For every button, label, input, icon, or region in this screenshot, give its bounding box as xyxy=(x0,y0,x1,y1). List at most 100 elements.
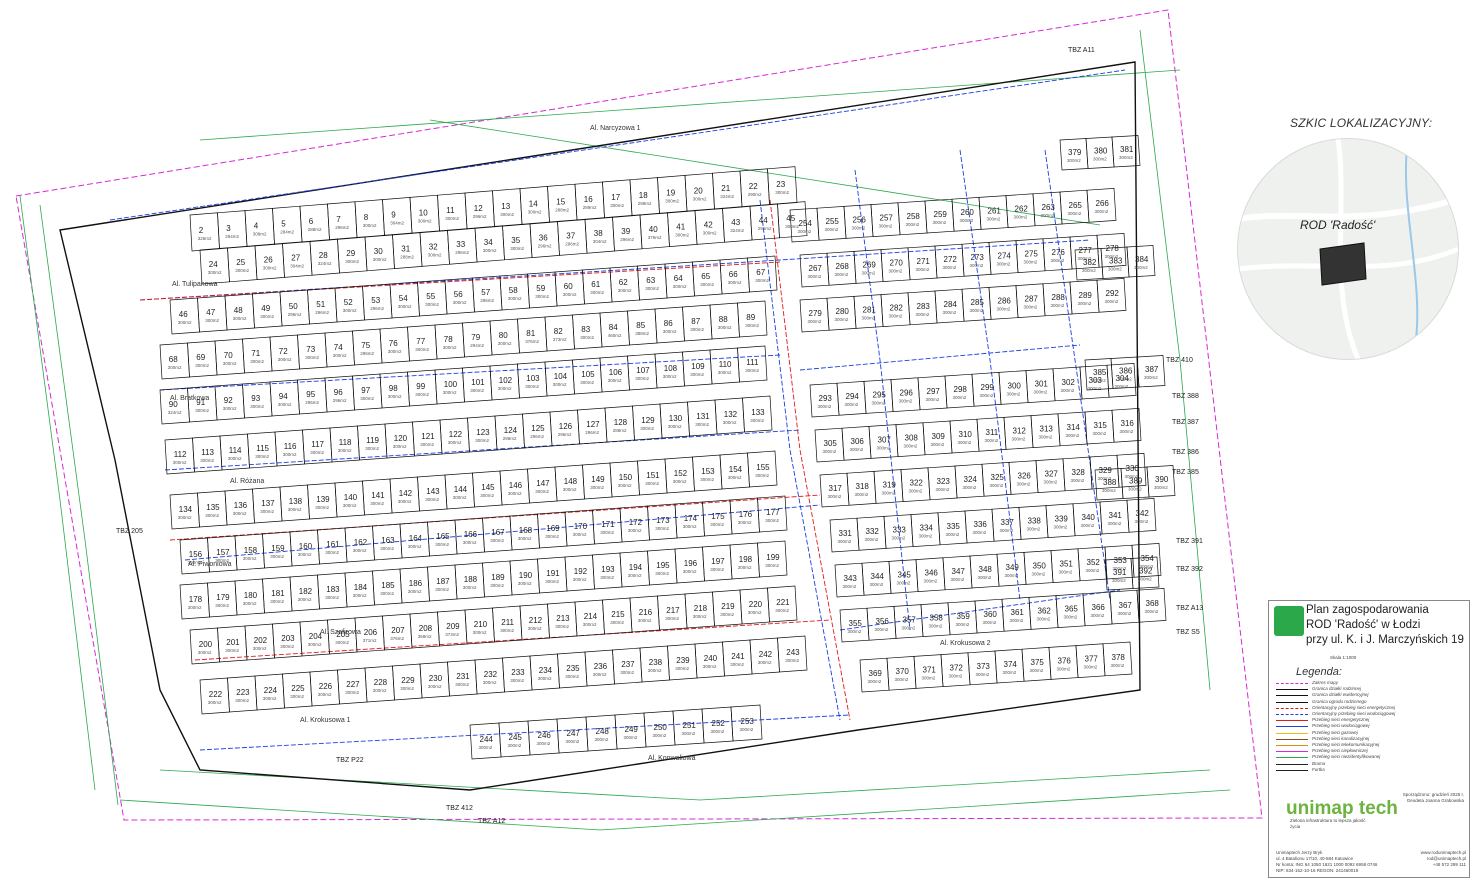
plot[interactable]: 165300m2 xyxy=(427,519,458,557)
plot[interactable]: 219300m2 xyxy=(712,589,743,627)
plot[interactable]: 150300m2 xyxy=(609,460,640,498)
plot[interactable]: 281300m2 xyxy=(853,294,884,329)
plot[interactable]: 27304m2 xyxy=(282,240,313,278)
plot[interactable]: 369300m2 xyxy=(859,657,890,693)
plot[interactable]: 122300m2 xyxy=(439,417,470,455)
plot[interactable]: 37296m2 xyxy=(557,218,588,256)
plot[interactable]: 366300m2 xyxy=(1082,591,1113,627)
plot[interactable]: 316300m2 xyxy=(1111,408,1142,443)
plot[interactable]: 231300m2 xyxy=(447,659,478,697)
plot[interactable]: 32300m2 xyxy=(419,229,450,267)
plot[interactable]: 132300m2 xyxy=(714,397,745,435)
plot[interactable]: 333300m2 xyxy=(883,514,914,549)
plot[interactable]: 145300m2 xyxy=(472,470,503,508)
plot[interactable]: 359300m2 xyxy=(947,600,978,636)
plot[interactable]: 261300m2 xyxy=(978,195,1009,230)
plot[interactable]: 78300m2 xyxy=(434,322,465,360)
plot[interactable]: 370300m2 xyxy=(886,656,917,691)
plot[interactable]: 302300m2 xyxy=(1052,366,1083,402)
plot[interactable]: 380300m2 xyxy=(1085,136,1115,169)
plot[interactable]: 258300m2 xyxy=(897,200,928,236)
plot[interactable]: 236300m2 xyxy=(584,649,615,687)
plot[interactable]: 153300m2 xyxy=(692,454,723,492)
plot[interactable]: 318300m2 xyxy=(846,471,877,506)
plot[interactable]: 355300m2 xyxy=(839,607,870,643)
plot[interactable]: 257300m2 xyxy=(870,202,901,237)
plot[interactable]: 331300m2 xyxy=(829,517,860,553)
plot[interactable]: 301300m2 xyxy=(1025,368,1056,403)
plot[interactable]: 245300m2 xyxy=(498,720,531,758)
plot[interactable]: 134300m2 xyxy=(169,492,200,530)
plot[interactable]: 101300m2 xyxy=(462,365,493,403)
plot[interactable]: 96296m2 xyxy=(324,375,355,413)
plot[interactable]: 175300m2 xyxy=(702,499,733,537)
plot[interactable]: 148300m2 xyxy=(554,464,585,502)
plot[interactable]: 368300m2 xyxy=(1136,588,1167,623)
plot[interactable]: 387300m2 xyxy=(1136,355,1166,388)
plot[interactable]: 130300m2 xyxy=(659,401,690,439)
plot[interactable]: 193300m2 xyxy=(592,552,623,590)
plot[interactable]: 158300m2 xyxy=(234,533,265,571)
plot[interactable]: 279300m2 xyxy=(799,297,830,333)
plot[interactable]: 190300m2 xyxy=(509,558,540,596)
plot[interactable]: 263300m2 xyxy=(1032,191,1063,227)
plot[interactable]: 10300m2 xyxy=(409,194,440,234)
plot[interactable]: 296300m2 xyxy=(890,377,921,412)
plot[interactable]: 88300m2 xyxy=(709,302,740,340)
plot[interactable]: 308300m2 xyxy=(895,422,926,457)
plot[interactable]: 5284m2 xyxy=(272,205,303,245)
plot[interactable]: 79294m2 xyxy=(462,320,493,358)
plot[interactable]: 376300m2 xyxy=(1048,645,1079,680)
plot[interactable]: 347300m2 xyxy=(942,555,973,591)
plot[interactable]: 108300m2 xyxy=(654,351,685,389)
plot[interactable]: 68300m2 xyxy=(159,342,190,380)
plot[interactable]: 343300m2 xyxy=(834,562,865,598)
plot[interactable]: 212300m2 xyxy=(519,603,550,641)
plot[interactable]: 226300m2 xyxy=(309,669,340,707)
plot[interactable]: 339300m2 xyxy=(1045,503,1076,538)
plot[interactable]: 361300m2 xyxy=(1001,597,1032,632)
plot[interactable]: 61300m2 xyxy=(582,267,613,305)
plot[interactable]: 34300m2 xyxy=(474,225,505,263)
plot[interactable]: 48300m2 xyxy=(224,293,255,331)
plot[interactable]: 146300m2 xyxy=(499,468,530,506)
plot[interactable]: 211300m2 xyxy=(492,605,523,643)
plot[interactable]: 350300m2 xyxy=(1023,550,1054,585)
plot[interactable]: 293300m2 xyxy=(809,382,840,418)
plot[interactable]: 384300m2 xyxy=(1126,245,1156,278)
plot[interactable]: 16289m2 xyxy=(574,181,605,221)
plot[interactable]: 123300m2 xyxy=(467,415,498,453)
plot[interactable]: 240300m2 xyxy=(694,641,725,679)
plot[interactable]: 218300m2 xyxy=(684,591,715,629)
plot[interactable]: 198300m2 xyxy=(729,542,760,580)
plot[interactable]: 338300m2 xyxy=(1018,505,1049,540)
plot[interactable]: 159300m2 xyxy=(262,531,293,569)
plot[interactable]: 179300m2 xyxy=(207,580,238,618)
plot[interactable]: 280300m2 xyxy=(826,296,857,331)
plot[interactable]: 373300m2 xyxy=(967,650,998,686)
plot[interactable]: 312300m2 xyxy=(1003,415,1034,450)
plot[interactable]: 144300m2 xyxy=(444,472,475,510)
plot[interactable]: 319300m2 xyxy=(873,469,904,504)
plot[interactable]: 136300m2 xyxy=(224,488,255,526)
plot[interactable]: 237300m2 xyxy=(612,647,643,685)
plot[interactable]: 118300m2 xyxy=(329,425,360,463)
plot[interactable]: 36296m2 xyxy=(529,221,560,258)
plot[interactable]: 73300m2 xyxy=(297,332,328,370)
plot[interactable]: 314300m2 xyxy=(1057,411,1088,447)
plot[interactable]: 177300m2 xyxy=(757,495,788,533)
plot[interactable]: 295300m2 xyxy=(863,379,894,414)
plot[interactable]: 105300m2 xyxy=(572,357,603,395)
plot[interactable]: 46300m2 xyxy=(169,297,200,335)
plot[interactable]: 23300m2 xyxy=(767,166,798,206)
plot[interactable]: 292300m2 xyxy=(1096,278,1127,313)
plot[interactable]: 19300m2 xyxy=(657,175,688,214)
plot[interactable]: 106300m2 xyxy=(599,355,630,393)
plot[interactable]: 25300m2 xyxy=(227,245,258,283)
plot[interactable]: 139300m2 xyxy=(307,482,338,520)
plot[interactable]: 125296m2 xyxy=(522,411,553,449)
plot[interactable]: 4308m2 xyxy=(244,208,275,247)
plot[interactable]: 172300m2 xyxy=(619,505,650,543)
plot[interactable]: 142300m2 xyxy=(389,476,420,514)
plot[interactable]: 30300m2 xyxy=(364,234,395,272)
